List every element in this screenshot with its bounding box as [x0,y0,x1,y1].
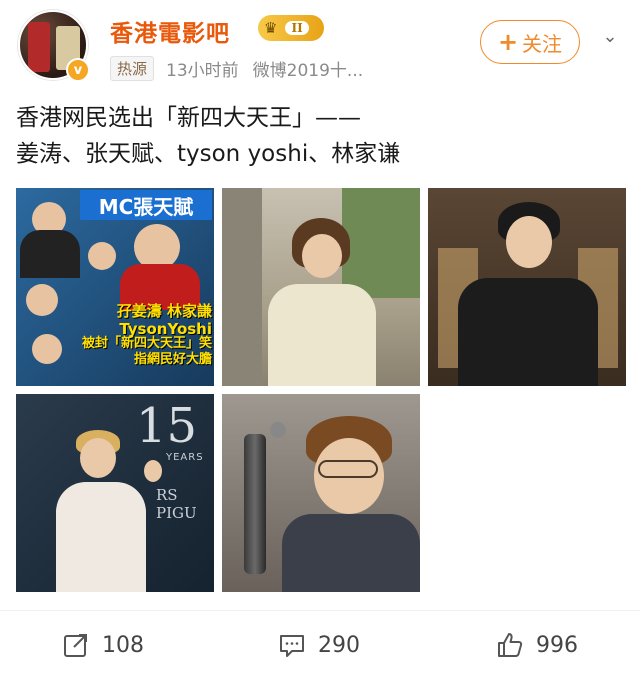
hot-tag: 热源 [110,56,155,81]
avatar-film-shape [28,22,50,72]
comment-button[interactable]: 290 [278,631,360,659]
like-count: 996 [536,632,578,658]
photo-1[interactable]: MC張天賦 孖姜濤 林家謙 TysonYoshi 被封「新四大天王」笑指網民好大… [16,188,214,386]
image-grid: MC張天賦 孖姜濤 林家謙 TysonYoshi 被封「新四大天王」笑指網民好大… [16,188,626,592]
photo-2-trees [342,188,420,298]
follow-label: 关注 [522,31,563,56]
photo-2-face [302,234,342,278]
verified-icon: v [66,58,90,82]
action-bar: 108 290 996 [0,610,640,676]
follow-button[interactable]: + 关注 [480,20,580,64]
photo-2-jacket [268,284,376,386]
photo-3-suit [458,278,598,386]
post-meta: 热源 13小时前 微博2019十... [110,56,363,81]
photo-1-face-e [32,334,62,364]
photo-1-face-c [88,242,116,270]
post-text: 香港网民选出「新四大天王」—— 姜涛、张天赋、tyson yoshi、林家谦 [16,100,616,172]
post-text-line-1: 香港网民选出「新四大天王」—— [16,105,361,131]
like-button[interactable]: 996 [496,631,578,659]
more-icon[interactable]: ⌄ [598,24,622,48]
photo-1-caption-1: 孖姜濤 林家謙 TysonYoshi [116,302,212,338]
post-header: v 香港電影吧 ♛ II 热源 13小时前 微博2019十... + 关注 ⌄ [0,0,640,90]
photo-2-wall [222,188,262,386]
photo-1-title: MC張天賦 [80,190,212,220]
post-time: 13小时前 [166,61,239,81]
photo-1-face-d [26,284,58,316]
photo-4[interactable]: 15 YEARS RS PIGU [16,394,214,592]
photo-5-glasses [318,460,378,478]
photo-5-suit [282,514,420,592]
like-icon [498,633,523,657]
photo-5[interactable] [222,394,420,592]
photo-4-face [80,438,116,478]
photo-2[interactable] [222,188,420,386]
photo-4-hand [144,460,162,482]
photo-5-trophy [244,434,266,574]
share-button[interactable]: 108 [62,631,144,659]
post-text-line-2: 姜涛、张天赋、tyson yoshi、林家谦 [16,141,401,167]
level-badge-label: II [285,21,309,35]
photo-1-body-a [20,230,80,278]
photo-3-face [506,216,552,268]
share-count: 108 [102,632,144,658]
photo-4-brand: RS PIGU [156,486,197,522]
photo-3[interactable] [428,188,626,386]
photo-4-jacket [56,482,146,592]
comment-icon [280,635,304,657]
username[interactable]: 香港電影吧 [110,14,230,48]
plus-icon: + [497,28,519,56]
photo-4-years: YEARS [166,452,204,463]
share-icon [64,634,87,657]
comment-count: 290 [318,632,360,658]
photo-5-trophy-top [270,422,286,438]
photo-1-caption-2: 被封「新四大天王」笑指網民好大膽 [81,336,212,367]
photo-4-number: 15 [136,398,198,454]
crown-icon: ♛ [264,19,278,37]
level-badge[interactable]: ♛ II [258,15,324,41]
post-source: 微博2019十... [252,61,364,81]
